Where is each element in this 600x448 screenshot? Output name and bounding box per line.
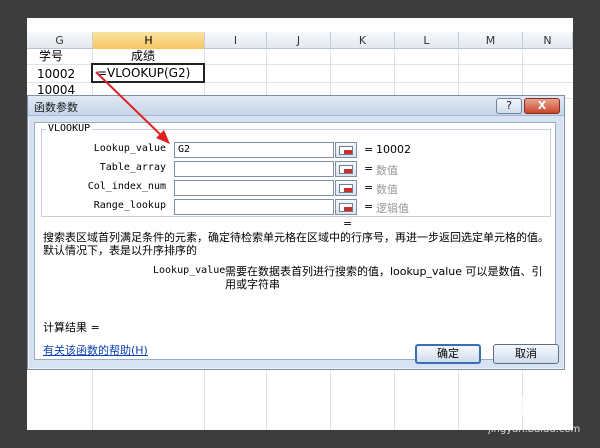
lookup-value-input[interactable]: G2 <box>174 142 334 158</box>
column-header-bar: G H I J K L M N <box>27 32 573 49</box>
arg-label-lookup-value: Lookup_value <box>93 143 166 154</box>
function-help-link[interactable]: 有关该函数的帮助(H) <box>43 342 148 358</box>
arg-result-table-array: 数值 <box>376 164 398 177</box>
argument-help-name: Lookup_value <box>153 265 226 276</box>
arg-label-range-lookup: Range_lookup <box>93 200 166 211</box>
column-header-m[interactable]: M <box>459 32 523 49</box>
arg-equals: = <box>364 181 374 194</box>
baidu-watermark: Bai度 经验 <box>478 392 566 421</box>
dialog-panel: VLOOKUP Lookup_value G2 = 10002 Table_ar… <box>34 122 559 364</box>
collapse-dialog-icon[interactable] <box>335 142 357 158</box>
collapse-dialog-icon[interactable] <box>335 180 357 196</box>
arg-equals: = <box>364 162 374 175</box>
column-header-l[interactable]: L <box>395 32 459 49</box>
watermark-url: jingyan.baidu.com <box>488 424 581 435</box>
function-arguments-dialog: 函数参数 ? X VLOOKUP Lookup_value G2 = 10002… <box>27 95 565 370</box>
argument-help-text: 需要在数据表首列进行搜索的值，lookup_value 可以是数值、引用或字符串 <box>225 265 543 291</box>
help-icon[interactable]: ? <box>496 98 522 114</box>
column-header-i[interactable]: I <box>205 32 267 49</box>
function-description: 搜索表区域首列满足条件的元素，确定待检索单元格在区域中的行序号，再进一步返回选定… <box>43 231 549 257</box>
watermark-sub: 经验 <box>537 403 566 419</box>
arguments-group: VLOOKUP Lookup_value G2 = 10002 Table_ar… <box>41 123 551 217</box>
cell-h2-editing[interactable]: =VLOOKUP(G2) <box>91 63 205 83</box>
formula-result-equals: = <box>343 217 353 230</box>
cell-g1[interactable]: 学号 <box>39 46 63 66</box>
arg-label-col-index-num: Col_index_num <box>87 181 166 192</box>
cancel-button[interactable]: 取消 <box>493 344 559 364</box>
range-lookup-input[interactable] <box>174 199 334 215</box>
arg-result-lookup-value: 10002 <box>376 143 411 156</box>
calculation-result-label: 计算结果 = <box>43 321 100 334</box>
arg-equals: = <box>364 143 374 156</box>
arg-equals: = <box>364 200 374 213</box>
column-header-n[interactable]: N <box>523 32 573 49</box>
collapse-dialog-icon[interactable] <box>335 199 357 215</box>
arg-result-range-lookup: 逻辑值 <box>376 202 409 215</box>
arg-label-table-array: Table_array <box>99 162 166 173</box>
table-array-input[interactable] <box>174 161 334 177</box>
dialog-titlebar[interactable]: 函数参数 ? X <box>28 96 564 116</box>
col-index-num-input[interactable] <box>174 180 334 196</box>
function-name: VLOOKUP <box>46 123 93 134</box>
ok-button[interactable]: 确定 <box>415 344 481 364</box>
arg-result-col-index-num: 数值 <box>376 183 398 196</box>
column-header-j[interactable]: J <box>267 32 331 49</box>
column-header-k[interactable]: K <box>331 32 395 49</box>
collapse-dialog-icon[interactable] <box>335 161 357 177</box>
dialog-title: 函数参数 <box>34 101 78 114</box>
close-icon[interactable]: X <box>524 98 560 114</box>
watermark-logo: Bai度 <box>478 396 532 420</box>
